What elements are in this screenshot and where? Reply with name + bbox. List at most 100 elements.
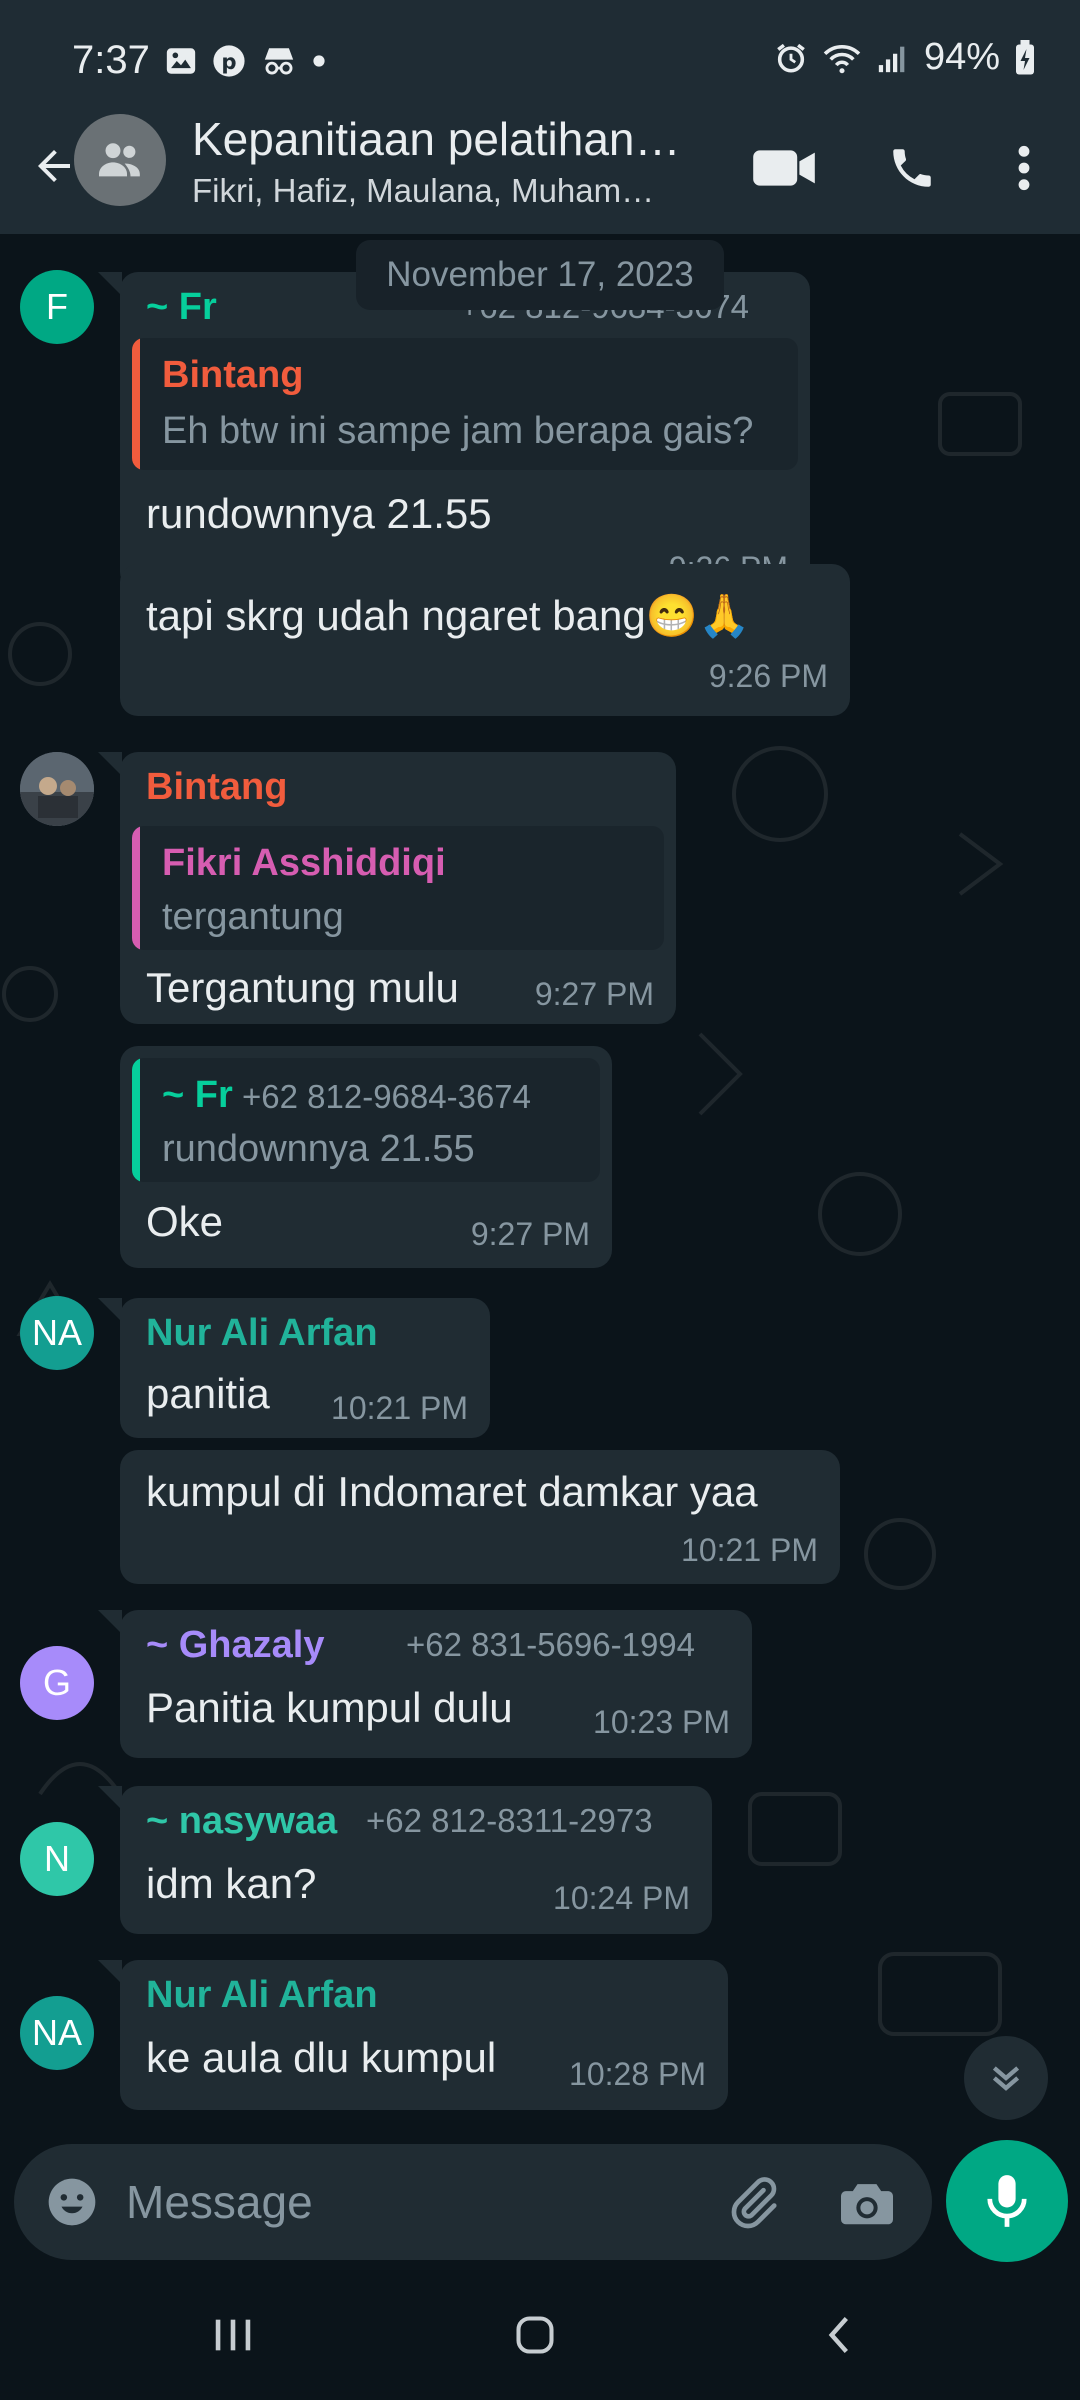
dot-icon bbox=[313, 55, 325, 67]
recent-apps-icon bbox=[215, 2319, 251, 2351]
sender-phone: +62 831-5696-1994 bbox=[406, 1626, 696, 1663]
message-time: 10:24 PM bbox=[553, 1880, 690, 1916]
message-input[interactable] bbox=[126, 2162, 706, 2242]
phone-icon bbox=[893, 149, 931, 187]
nav-back-icon bbox=[828, 2317, 848, 2353]
sender-name[interactable]: Bintang bbox=[146, 766, 287, 809]
recent-apps-button[interactable] bbox=[178, 2290, 288, 2380]
avatar-initials: NA bbox=[31, 2012, 82, 2053]
sender-name[interactable]: ~ Ghazaly bbox=[146, 1624, 324, 1667]
status-bar: 7:37 p 94% bbox=[0, 0, 1080, 120]
microphone-icon bbox=[987, 2175, 1027, 2227]
profile-photo-icon bbox=[20, 752, 94, 826]
alarm-icon bbox=[777, 43, 805, 73]
message-text: idm kan? bbox=[146, 1860, 317, 1907]
message-text: Tergantung mulu bbox=[146, 964, 459, 1011]
avatar[interactable] bbox=[20, 752, 94, 826]
wifi-icon bbox=[823, 44, 861, 73]
more-vertical-icon bbox=[1018, 145, 1030, 191]
message-bubble[interactable]: Nur Ali Arfan ke aula dlu kumpul 10:28 P… bbox=[98, 1960, 728, 2110]
battery-charging-icon bbox=[1016, 39, 1034, 74]
sender-name[interactable]: ~ Fr bbox=[146, 286, 217, 329]
chat-participants[interactable]: Fikri, Hafiz, Maulana, Muham… bbox=[192, 172, 712, 210]
message-text: kumpul di Indomaret damkar yaa bbox=[146, 1468, 758, 1515]
voice-message-button[interactable] bbox=[946, 2140, 1068, 2262]
avatar[interactable]: N bbox=[20, 1822, 94, 1896]
avatar[interactable]: G bbox=[20, 1646, 94, 1720]
sender-phone: +62 812-8311-2973 bbox=[366, 1802, 653, 1839]
nav-back-button[interactable] bbox=[784, 2290, 894, 2380]
system-navigation-bar bbox=[0, 2270, 1080, 2400]
message-text: rundownnya 21.55 bbox=[146, 490, 492, 537]
quoted-message[interactable]: ~ Fr +62 812-9684-3674 rundownnya 21.55 bbox=[132, 1058, 600, 1182]
group-icon bbox=[99, 143, 140, 177]
message-bubble[interactable]: kumpul di Indomaret damkar yaa 10:21 PM bbox=[120, 1450, 840, 1584]
video-call-button[interactable] bbox=[744, 128, 824, 208]
message-time: 10:23 PM bbox=[593, 1704, 730, 1740]
quote-bar bbox=[132, 826, 140, 950]
svg-text:p: p bbox=[221, 50, 236, 75]
quoted-text: Eh btw ini sampe jam berapa gais? bbox=[162, 410, 754, 452]
home-button[interactable] bbox=[480, 2290, 590, 2380]
camera-button[interactable] bbox=[832, 2170, 902, 2236]
battery-percentage: 94% bbox=[923, 36, 1000, 78]
quote-bar bbox=[132, 338, 140, 470]
message-text: Panitia kumpul dulu bbox=[146, 1684, 513, 1731]
quoted-text: rundownnya 21.55 bbox=[162, 1128, 475, 1170]
avatar[interactable]: F bbox=[20, 270, 94, 344]
status-system-icons: 94% bbox=[774, 36, 1036, 79]
status-time: 7:37 bbox=[72, 38, 150, 82]
emoji-icon bbox=[48, 2178, 96, 2226]
message-composer bbox=[14, 2144, 932, 2260]
double-chevron-down-icon bbox=[992, 2066, 1020, 2091]
group-avatar[interactable] bbox=[74, 114, 166, 206]
message-bubble[interactable]: ~ Ghazaly +62 831-5696-1994 Panitia kump… bbox=[98, 1610, 752, 1758]
attach-button[interactable] bbox=[720, 2170, 786, 2236]
message-text: tapi skrg udah ngaret bang😁🙏 bbox=[146, 592, 751, 639]
chat-title[interactable]: Kepanitiaan pelatihan… bbox=[192, 112, 712, 166]
sender-name[interactable]: Nur Ali Arfan bbox=[146, 1974, 378, 2017]
message-text: ke aula dlu kumpul bbox=[146, 2034, 497, 2081]
message-bubble[interactable]: Nur Ali Arfan panitia 10:21 PM bbox=[98, 1298, 490, 1438]
voice-call-button[interactable] bbox=[872, 128, 952, 208]
avatar-initials: G bbox=[42, 1662, 71, 1703]
message-text: Oke bbox=[146, 1198, 224, 1245]
message-bubble[interactable]: ~ Fr +62 812-9684-3674 rundownnya 21.55 … bbox=[120, 1046, 612, 1268]
camera-icon bbox=[841, 2184, 893, 2225]
avatar[interactable]: NA bbox=[20, 1296, 94, 1370]
scroll-to-bottom-button[interactable] bbox=[964, 2036, 1048, 2120]
quoted-message[interactable]: Bintang Eh btw ini sampe jam berapa gais… bbox=[132, 338, 798, 470]
status-notification-icons: p bbox=[164, 44, 326, 78]
message-text: panitia bbox=[146, 1370, 270, 1417]
message-time: 10:21 PM bbox=[331, 1390, 468, 1426]
incognito-icon bbox=[264, 48, 294, 75]
message-time: 9:27 PM bbox=[470, 1216, 590, 1252]
emoji-button[interactable] bbox=[42, 2172, 102, 2232]
more-options-button[interactable] bbox=[984, 128, 1064, 208]
quoted-message[interactable]: Fikri Asshiddiqi tergantung bbox=[132, 826, 664, 950]
avatar-initials: N bbox=[44, 1838, 70, 1879]
quote-bar bbox=[132, 1058, 140, 1182]
home-icon bbox=[516, 2316, 554, 2354]
pinterest-icon: p bbox=[213, 45, 245, 77]
quoted-phone: +62 812-9684-3674 bbox=[242, 1078, 532, 1115]
quoted-sender: ~ Fr bbox=[162, 1074, 233, 1116]
avatar-initials: NA bbox=[31, 1312, 82, 1353]
message-time: 9:26 PM bbox=[708, 658, 828, 694]
message-time: 10:21 PM bbox=[681, 1532, 818, 1568]
message-bubble[interactable]: ~ nasywaa +62 812-8311-2973 idm kan? 10:… bbox=[98, 1786, 712, 1934]
video-camera-icon bbox=[753, 150, 815, 186]
message-bubble[interactable]: Bintang Fikri Asshiddiqi tergantung Terg… bbox=[98, 752, 676, 1024]
quoted-sender: Fikri Asshiddiqi bbox=[162, 842, 446, 884]
quoted-text: tergantung bbox=[162, 896, 344, 938]
sender-name[interactable]: ~ nasywaa bbox=[146, 1800, 337, 1843]
message-bubble[interactable]: ~ Fr +62 812-9684-3674 Bintang Eh btw in… bbox=[98, 272, 810, 590]
date-chip: November 17, 2023 bbox=[356, 240, 724, 310]
chat-area[interactable]: F ~ Fr +62 812-9684-3674 Bintang Eh btw … bbox=[0, 234, 1080, 2144]
message-bubble[interactable]: tapi skrg udah ngaret bang😁🙏 9:26 PM bbox=[120, 564, 850, 716]
sender-name[interactable]: Nur Ali Arfan bbox=[146, 1312, 378, 1355]
avatar-initials: F bbox=[46, 286, 68, 327]
message-time: 10:28 PM bbox=[569, 2056, 706, 2092]
avatar[interactable]: NA bbox=[20, 1996, 94, 2070]
quoted-sender: Bintang bbox=[162, 354, 304, 396]
